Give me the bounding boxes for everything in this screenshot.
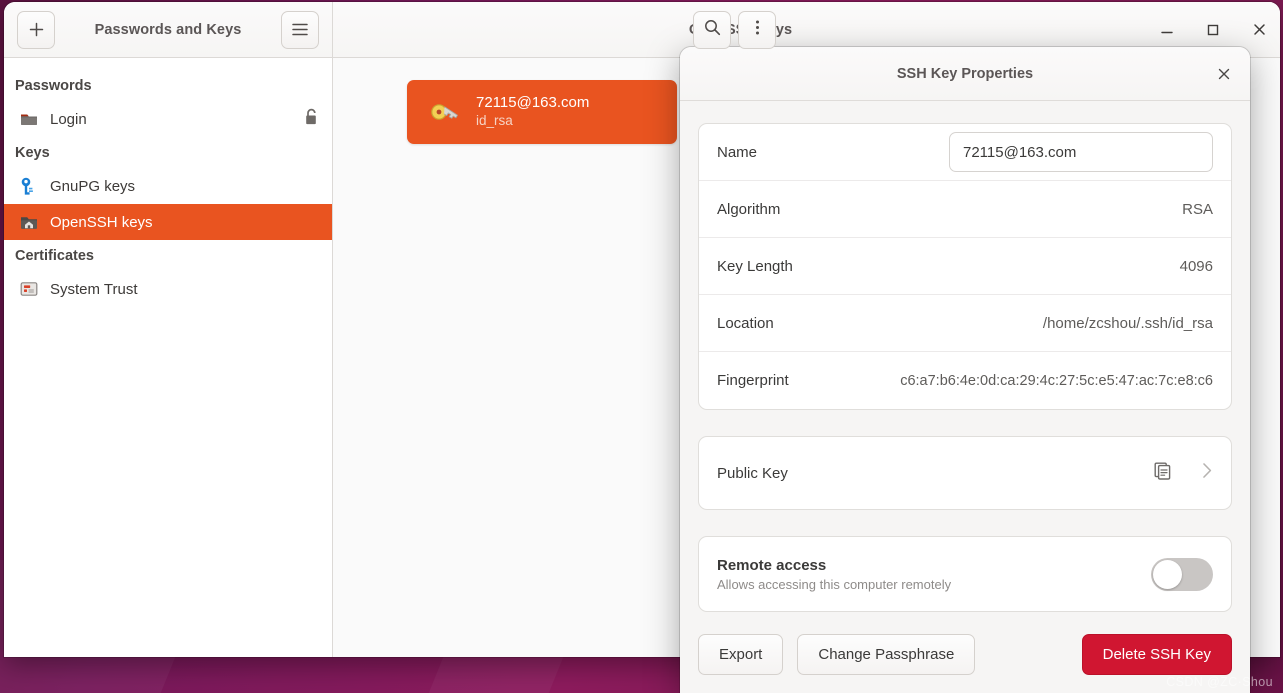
key-item-subtitle: id_rsa <box>476 112 513 128</box>
public-key-card: Public Key <box>698 436 1232 510</box>
key-item-texts: 72115@163.com id_rsa <box>476 94 589 130</box>
location-value: /home/zcshou/.ssh/id_rsa <box>1042 314 1213 332</box>
algorithm-label: Algorithm <box>717 200 781 218</box>
three-dots-vertical-icon <box>755 19 760 41</box>
change-passphrase-button[interactable]: Change Passphrase <box>797 634 976 675</box>
unlocked-padlock-icon[interactable] <box>303 107 320 131</box>
certificate-icon <box>18 278 40 300</box>
maximize-button[interactable] <box>1198 15 1228 45</box>
sidebar-item-gnupg-keys[interactable]: GnuPG keys <box>4 168 332 204</box>
dialog-body: Name Algorithm RSA Key Length 4096 Locat… <box>680 101 1250 628</box>
property-row-location: Location /home/zcshou/.ssh/id_rsa <box>699 295 1231 352</box>
sidebar: Passwords Login Keys GnuPG keys OpenSSH … <box>4 58 333 657</box>
sidebar-item-system-trust[interactable]: System Trust <box>4 271 332 307</box>
sidebar-item-login[interactable]: Login <box>4 101 332 137</box>
public-key-label: Public Key <box>717 464 788 482</box>
ssh-key-icon <box>429 95 463 130</box>
chevron-right-icon[interactable] <box>1202 462 1213 484</box>
gnupg-key-icon <box>18 175 40 197</box>
sidebar-item-label: GnuPG keys <box>50 177 136 195</box>
toggle-knob <box>1153 559 1182 589</box>
hamburger-menu-button[interactable] <box>281 10 319 49</box>
property-row-name: Name <box>699 124 1231 181</box>
sidebar-item-label: OpenSSH keys <box>50 213 153 231</box>
dialog-close-button[interactable] <box>1210 60 1238 88</box>
fingerprint-label: Fingerprint <box>717 372 789 389</box>
close-button[interactable] <box>1244 15 1274 45</box>
remote-access-title: Remote access <box>717 556 827 574</box>
dialog-header: SSH Key Properties <box>680 47 1250 101</box>
key-item-title: 72115@163.com <box>476 94 590 112</box>
minimize-button[interactable] <box>1152 15 1182 45</box>
sidebar-item-openssh-keys[interactable]: OpenSSH keys <box>4 204 332 240</box>
public-key-actions <box>1153 461 1213 485</box>
ssh-key-properties-dialog: SSH Key Properties Name Algorithm RSA Ke… <box>680 47 1250 693</box>
public-key-row[interactable]: Public Key <box>699 437 1231 509</box>
remote-access-texts: Remote access Allows accessing this comp… <box>717 557 951 592</box>
openssh-folder-icon <box>18 211 40 233</box>
property-row-key-length: Key Length 4096 <box>699 238 1231 295</box>
export-button[interactable]: Export <box>698 634 784 675</box>
fingerprint-value: c6:a7:b6:4e:0d:ca:29:4c:27:5c:e5:47:ac:7… <box>900 372 1213 389</box>
key-list-item[interactable]: 72115@163.com id_rsa <box>407 80 677 144</box>
copy-icon[interactable] <box>1153 461 1172 485</box>
header-tools <box>693 10 776 49</box>
algorithm-value: RSA <box>1182 200 1213 218</box>
remote-access-row: Remote access Allows accessing this comp… <box>699 537 1231 611</box>
delete-ssh-key-button[interactable]: Delete SSH Key <box>1081 634 1232 675</box>
location-label: Location <box>717 314 774 332</box>
property-row-fingerprint: Fingerprint c6:a7:b6:4e:0d:ca:29:4c:27:5… <box>699 352 1231 409</box>
sidebar-group-certificates: Certificates <box>15 248 94 264</box>
add-item-button[interactable] <box>17 10 55 49</box>
key-length-label: Key Length <box>717 257 793 275</box>
remote-access-subtitle: Allows accessing this computer remotely <box>717 576 952 592</box>
sidebar-item-label: Login <box>50 110 87 128</box>
name-input[interactable] <box>949 132 1213 172</box>
dialog-footer: Export Change Passphrase Delete SSH Key <box>680 628 1250 693</box>
overflow-menu-button[interactable] <box>738 10 776 49</box>
properties-card: Name Algorithm RSA Key Length 4096 Locat… <box>698 123 1232 410</box>
name-label: Name <box>717 143 758 161</box>
sidebar-group-passwords: Passwords <box>15 78 92 94</box>
property-row-algorithm: Algorithm RSA <box>699 181 1231 238</box>
remote-access-card: Remote access Allows accessing this comp… <box>698 536 1232 612</box>
sidebar-item-label: System Trust <box>50 280 138 298</box>
window-controls <box>1136 15 1274 45</box>
dialog-title: SSH Key Properties <box>896 65 1034 82</box>
search-icon <box>704 19 721 41</box>
remote-access-toggle[interactable] <box>1151 557 1213 591</box>
sidebar-group-keys: Keys <box>15 145 50 161</box>
app-title: Passwords and Keys <box>94 21 242 38</box>
keyring-folder-icon <box>18 108 40 130</box>
sidebar-header: Passwords and Keys <box>4 2 333 57</box>
key-length-value: 4096 <box>1179 257 1213 275</box>
search-button[interactable] <box>693 10 731 49</box>
